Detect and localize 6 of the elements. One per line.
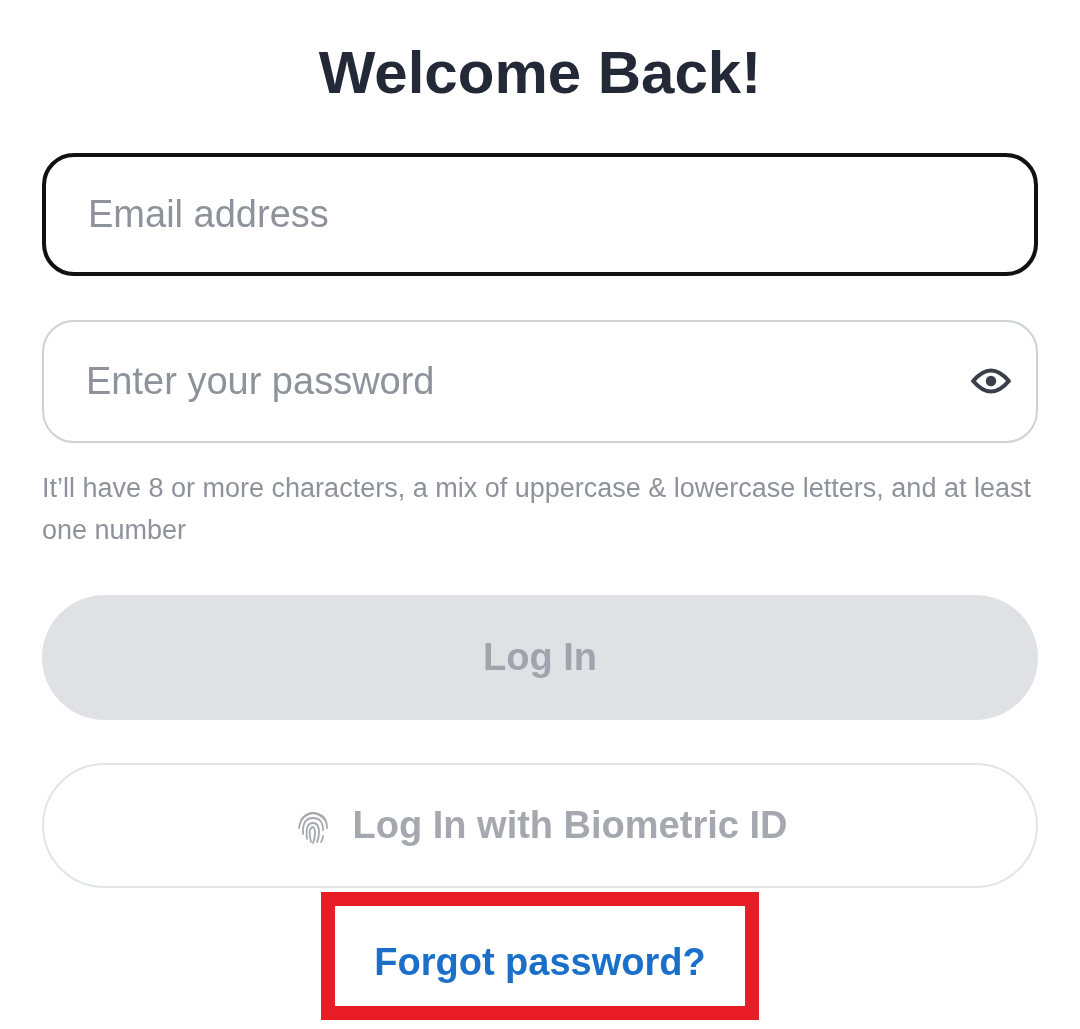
page-title: Welcome Back!: [317, 38, 763, 108]
email-field[interactable]: Email address: [42, 153, 1038, 276]
forgot-password-link[interactable]: Forgot password?: [374, 940, 706, 984]
password-field[interactable]: Enter your password: [42, 320, 1038, 443]
eye-icon[interactable]: [970, 366, 1012, 396]
password-hint: It’ll have 8 or more characters, a mix of uppercase & lowercase letters, and at least one number: [42, 472, 1032, 547]
